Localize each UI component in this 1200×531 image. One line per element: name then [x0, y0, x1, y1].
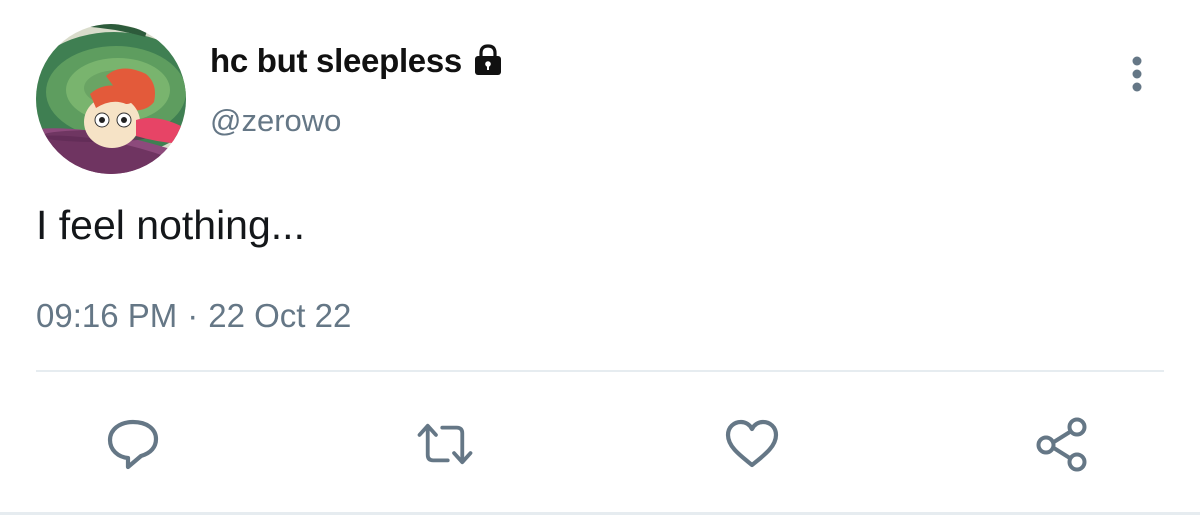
more-vertical-icon — [1132, 56, 1142, 92]
like-button[interactable] — [722, 414, 782, 474]
tweet-time: 09:16 PM — [36, 297, 178, 334]
reply-button[interactable] — [103, 414, 163, 474]
avatar[interactable] — [36, 24, 186, 174]
tweet-card: hc but sleepless @zerowo I feel nothing.… — [0, 0, 1200, 531]
reply-icon — [107, 419, 159, 470]
more-options-button[interactable] — [1120, 52, 1154, 96]
bottom-divider — [0, 512, 1200, 515]
display-name[interactable]: hc but sleepless — [210, 42, 462, 80]
avatar-image — [36, 24, 186, 174]
user-handle[interactable]: @zerowo — [210, 103, 341, 139]
divider — [36, 370, 1164, 372]
tweet-timestamp[interactable]: 09:16 PM · 22 Oct 22 — [36, 297, 351, 335]
share-icon — [1036, 417, 1087, 472]
retweet-icon — [417, 423, 473, 465]
display-name-row: hc but sleepless — [210, 38, 504, 84]
timestamp-separator: · — [187, 297, 199, 334]
lock-icon — [472, 43, 504, 77]
share-button[interactable] — [1032, 414, 1092, 474]
tweet-text: I feel nothing... — [36, 202, 305, 248]
retweet-button[interactable] — [415, 414, 475, 474]
heart-icon — [725, 419, 779, 468]
tweet-date: 22 Oct 22 — [208, 297, 352, 334]
